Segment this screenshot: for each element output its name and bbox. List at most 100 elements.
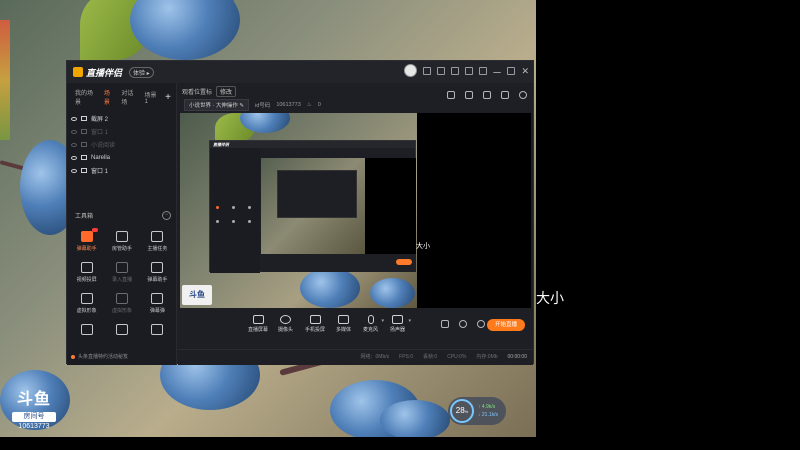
notice-bar[interactable]: 头条直播特约活动秘笈 [71,353,128,360]
download-rate: ↓ 21.1k/s [478,412,499,418]
add-scene-button[interactable]: + [165,92,171,103]
nested-title: 直播伴侣 [213,141,229,147]
eye-icon[interactable] [71,142,77,147]
control-label: 直播屏幕 [248,327,269,333]
menu-icon[interactable] [479,66,488,75]
berry [300,268,360,308]
control-extras [441,320,485,328]
eye-icon[interactable] [71,116,77,121]
tab-scene[interactable]: 场景 [104,88,115,106]
gift-icon [115,324,128,335]
eye-icon[interactable] [459,320,467,328]
tool-label: 虚拟形象 [111,308,132,314]
skin-icon[interactable] [437,66,446,75]
multimedia-button[interactable]: 多媒体 [336,315,351,333]
main-area: 观看位置标 修改 小说世界 · 大伸操作 ✎ id号码 10613773 ♨ 0 [178,83,533,365]
edit-room-button[interactable]: 修改 [216,86,237,97]
douyu-watermark: 斗鱼 房间号 10613773 [12,388,56,434]
berry [380,400,450,437]
source-item[interactable]: Narella [67,151,176,164]
source-item[interactable]: 窗口 1 [67,125,176,138]
calendar-icon[interactable] [501,91,509,99]
collapse-toolbox-button[interactable]: − [162,211,171,220]
live-preview[interactable]: 直播伴侣 斗鱼 大小 [180,113,531,308]
gift-icon[interactable] [447,91,455,99]
speed-gauge: 28% [450,399,474,423]
nested-tool-icon [248,206,251,209]
nested-preview [261,158,416,254]
control-label: 麦克风 [363,327,379,333]
version-badge[interactable]: 体验 ▸ [129,66,154,78]
notice-icon [71,354,75,359]
tool-item[interactable] [69,324,104,335]
status-cpu: CPU:0% [447,353,467,360]
phone-cast-button[interactable]: 手机投屏 [305,315,325,333]
network-speed-widget[interactable]: 28% ↑ 4.9k/s ↓ 21.1k/s [448,397,506,425]
start-live-button[interactable]: 开始直播 [487,319,525,331]
eye-icon[interactable] [71,129,77,134]
camera-button[interactable]: 摄像头 [278,315,293,333]
record-video-icon[interactable] [441,320,449,328]
tool-danmu-box[interactable]: 弹幕弹 [140,293,175,314]
live-timer: 00:00:00 [507,353,527,360]
source-list: 截屏 2 窗口 1 小说阅读 Narella 窗口 1 [67,112,176,177]
speed-rates: ↑ 4.9k/s ↓ 21.1k/s [478,403,498,419]
source-item[interactable]: 截屏 2 [67,112,176,125]
nested-control-bar [261,254,416,272]
tool-label: 主播任务 [147,246,168,252]
lock-icon[interactable] [465,91,473,99]
room-tab[interactable]: 观看位置标 [182,87,212,96]
source-label: 窗口 1 [91,169,109,175]
tool-video-cast[interactable]: 视频投屏 [69,262,104,283]
window-icon [81,129,87,134]
eye-icon[interactable] [71,168,77,173]
record-icon[interactable] [483,91,491,99]
user-avatar[interactable] [404,64,418,77]
monitor-icon [252,315,264,324]
tool-streamer-task[interactable]: 主播任务 [140,231,175,252]
status-bar: 网络：0Mb/s FPS:0 丢帧:0 CPU:0% 内存:0Mb 00:00:… [178,349,533,363]
source-item[interactable]: 窗口 1 [67,164,176,177]
app-logo: 直播伴侣 体验 ▸ [73,66,154,79]
chevron-down-icon[interactable]: ▾ [382,318,385,324]
source-label: 窗口 1 [91,130,109,136]
douyu-room-label: 房间号 [12,412,56,422]
source-item[interactable]: 小说阅读 [67,138,176,151]
screen-capture-button[interactable]: 直播屏幕 [248,315,268,333]
download-icon [115,262,128,273]
tool-danmu-helper[interactable]: 弹幕助手 [140,262,175,283]
screen-icon [81,116,87,121]
microphone-button[interactable]: 麦克风 ▾ [363,315,384,333]
tool-item[interactable] [104,324,139,335]
eye-icon[interactable] [71,155,77,160]
tab-my-scenes[interactable]: 我的场景 [75,88,98,106]
speaker-button[interactable]: 扬声器 ▾ [390,315,411,333]
settings-icon[interactable] [465,66,474,75]
toolbox-grid: 弹幕助手 房管助手 主播任务 视频投屏 录入直播 弹幕助手 虚拟形象 虚拟形象 … [69,228,175,335]
title-bar[interactable]: 直播伴侣 体验 ▸ ✕ [67,61,533,83]
minimize-icon[interactable] [493,68,502,73]
category-label: 小说世界 · 大伸操作 [189,103,238,109]
tool-room-manager[interactable]: 房管助手 [104,231,139,252]
feedback-icon[interactable] [451,66,460,75]
close-icon[interactable]: ✕ [521,66,529,75]
category-selector[interactable]: 小说世界 · 大伸操作 ✎ [184,99,250,111]
tool-danmu-assistant[interactable]: 弹幕助手 [69,228,104,252]
gear-icon[interactable] [477,320,485,328]
tab-dialog-scene[interactable]: 对话场 [121,88,138,106]
screen-bottom-bar [0,437,800,450]
tool-record-live[interactable]: 录入直播 [104,262,139,283]
maximize-icon[interactable] [507,66,516,75]
tab-scene-1[interactable]: 场景1 [145,90,160,105]
main-toolbar [447,91,527,99]
chevron-down-icon[interactable]: ▾ [409,318,412,324]
message-icon[interactable] [423,66,432,75]
nested-tool-icon [248,220,251,223]
share-icon[interactable] [519,91,527,99]
person-icon [115,231,128,242]
tool-virtual-avatar[interactable]: 虚拟形象 [69,293,104,314]
camera-icon [280,315,291,324]
tool-virtual-avatar-2[interactable]: 虚拟形象 [104,293,139,314]
box-icon [151,293,164,304]
tool-item[interactable] [140,324,175,335]
